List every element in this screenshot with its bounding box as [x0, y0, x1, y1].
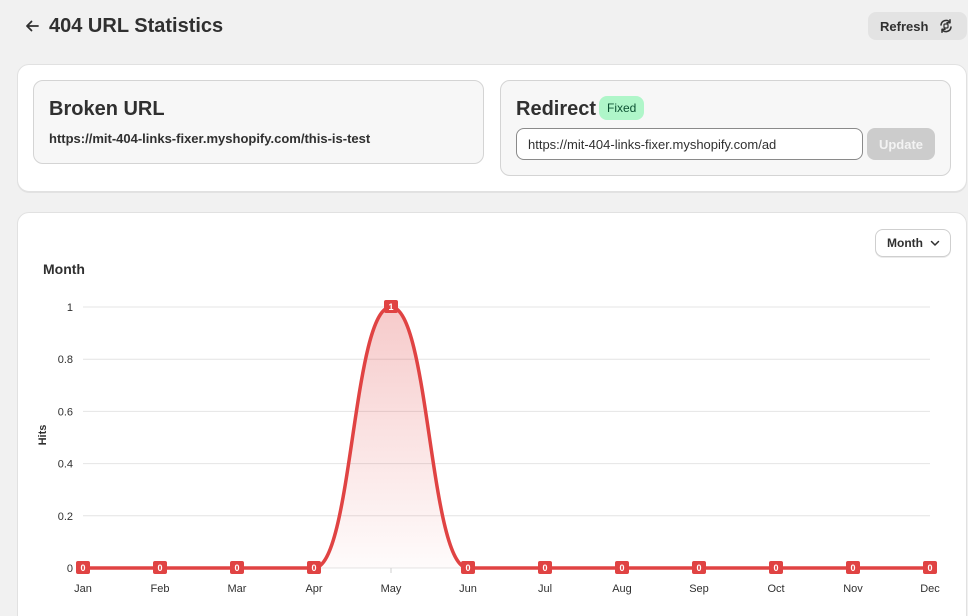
redirect-panel: Redirect Fixed Update: [500, 80, 951, 176]
arrow-left-icon: [26, 20, 39, 32]
x-tick-label: Jan: [74, 583, 92, 595]
series-area: [83, 307, 930, 568]
data-label: 0: [692, 561, 706, 574]
x-tick-label: Jun: [459, 583, 477, 595]
broken-url-value: https://mit-404-links-fixer.myshopify.co…: [49, 131, 371, 146]
x-tick-label: Apr: [305, 583, 322, 595]
data-label: 0: [153, 561, 167, 574]
x-tick-label: Aug: [612, 583, 632, 595]
data-label: 0: [923, 561, 937, 574]
url-info-card: Broken URL https://mit-404-links-fixer.m…: [17, 64, 967, 192]
y-tick-label: 0.4: [58, 459, 73, 471]
refresh-button-label: Refresh: [880, 18, 929, 34]
x-tick-label: Dec: [920, 583, 940, 595]
data-label-text: 0: [157, 563, 162, 573]
data-label: 0: [230, 561, 244, 574]
data-label: 0: [846, 561, 860, 574]
data-label: 1: [384, 300, 398, 313]
series-line: [83, 305, 930, 570]
status-badge: Fixed: [599, 96, 645, 120]
data-label-text: 0: [850, 563, 855, 573]
x-tick-label: Oct: [767, 583, 784, 595]
refresh-icon: [940, 19, 953, 33]
y-tick-label: 0.6: [58, 406, 73, 418]
update-button[interactable]: Update: [867, 128, 935, 160]
data-label: 0: [538, 561, 552, 574]
data-label-text: 0: [80, 563, 85, 573]
x-tick-label: Jul: [538, 583, 552, 595]
data-label: 0: [461, 561, 475, 574]
data-label-text: 1: [388, 302, 393, 312]
broken-url-panel: Broken URL https://mit-404-links-fixer.m…: [33, 80, 484, 164]
x-tick-label: Nov: [843, 583, 863, 595]
y-tick-label: 1: [67, 302, 73, 314]
data-label-text: 0: [619, 563, 624, 573]
x-tick-label: Mar: [228, 583, 247, 595]
data-label: 0: [615, 561, 629, 574]
page-title: 404 URL Statistics: [49, 15, 224, 37]
data-label-text: 0: [234, 563, 239, 573]
page-header: 404 URL Statistics Refresh: [0, 0, 968, 52]
back-button[interactable]: [20, 14, 44, 38]
data-label: 0: [307, 561, 321, 574]
broken-url-title: Broken URL: [49, 98, 165, 120]
data-label-text: 0: [311, 563, 316, 573]
y-tick-label: 0.8: [58, 354, 73, 366]
stats-chart-card: Month Month 0 0.2 0.4 0.6 0.8 1 Jan Feb Mar Apr M…: [17, 212, 967, 616]
x-tick-label: Feb: [151, 583, 170, 595]
redirect-title: Redirect: [516, 98, 597, 120]
data-label-text: 0: [696, 563, 701, 573]
data-label-text: 0: [773, 563, 778, 573]
y-tick-label: 0.2: [58, 511, 73, 523]
redirect-url-input[interactable]: [516, 128, 863, 160]
data-label: 0: [769, 561, 783, 574]
data-label-text: 0: [542, 563, 547, 573]
data-label: 0: [76, 561, 90, 574]
y-axis-label: Hits: [37, 425, 49, 446]
hits-chart: 0 0.2 0.4 0.6 0.8 1 Jan Feb Mar Apr May Jun Jul Aug S…: [37, 300, 940, 595]
x-tick-label: Sep: [689, 583, 709, 595]
data-label-text: 0: [927, 563, 932, 573]
x-tick-label: May: [381, 583, 402, 595]
data-label-text: 0: [465, 563, 470, 573]
y-tick-label: 0: [67, 563, 73, 575]
refresh-button[interactable]: Refresh: [868, 12, 967, 40]
